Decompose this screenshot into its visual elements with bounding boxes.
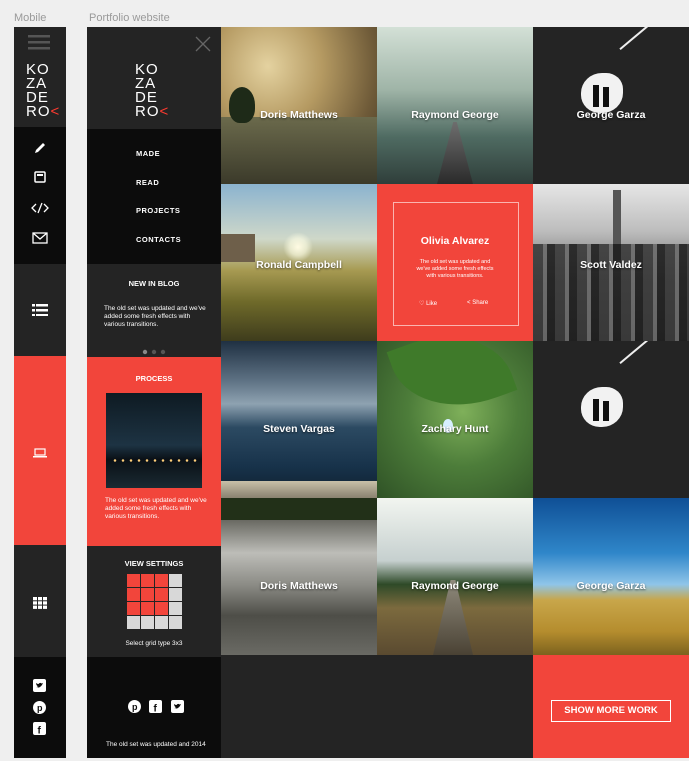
tile-name: George Garza bbox=[576, 109, 646, 121]
pinterest-icon[interactable]: p bbox=[128, 700, 141, 718]
tile-name: Raymond George bbox=[411, 580, 499, 592]
menu-item-made[interactable]: MADE bbox=[136, 149, 160, 158]
menu-item-contacts[interactable]: CONTACTS bbox=[136, 235, 181, 244]
footer-text: The old set was updated and 2014 bbox=[106, 741, 206, 748]
grid-cell[interactable] bbox=[141, 574, 154, 587]
mobile-label: Mobile bbox=[14, 12, 47, 24]
portfolio-tile[interactable]: George Garza bbox=[533, 498, 689, 655]
share-button[interactable]: < Share bbox=[467, 300, 488, 306]
like-button[interactable]: ♡ Like bbox=[419, 300, 437, 307]
tile-name: Ronald Campbell bbox=[256, 259, 342, 271]
portfolio-tile[interactable] bbox=[533, 341, 689, 498]
logo[interactable]: KO ZA DE RO< bbox=[135, 62, 169, 119]
featured-name: Olivia Alvarez bbox=[420, 235, 490, 247]
tile-name: Steven Vargas bbox=[263, 423, 335, 435]
process-image[interactable] bbox=[106, 393, 202, 488]
mobile-social: p f bbox=[14, 657, 66, 758]
mobile-sidebar: KO ZA DE RO< p f bbox=[14, 27, 66, 758]
process-block: PROCESS The old set was updated and we'v… bbox=[87, 357, 221, 546]
code-icon[interactable] bbox=[31, 201, 49, 219]
pinterest-icon[interactable]: p bbox=[33, 701, 46, 719]
grid-cell[interactable] bbox=[127, 602, 140, 615]
portfolio-tile[interactable]: Raymond George bbox=[377, 27, 533, 184]
facebook-icon[interactable]: f bbox=[149, 700, 162, 718]
grid-cell[interactable] bbox=[127, 616, 140, 629]
process-title: PROCESS bbox=[135, 374, 173, 383]
show-more-tile: SHOW MORE WORK bbox=[533, 655, 689, 758]
logo[interactable]: KO ZA DE RO< bbox=[26, 62, 60, 119]
portfolio-tile[interactable]: George Garza bbox=[533, 27, 689, 184]
grid-caption: Select grid type 3x3 bbox=[125, 640, 183, 647]
view-settings-title: VIEW SETTINGS bbox=[124, 559, 184, 568]
tile-name: Scott Valdez bbox=[580, 259, 642, 271]
book-icon[interactable] bbox=[33, 170, 47, 189]
grid-cell[interactable] bbox=[155, 588, 168, 601]
tile-name: Zachary Hunt bbox=[421, 423, 489, 435]
grid-cell[interactable] bbox=[127, 588, 140, 601]
menu-item-read[interactable]: READ bbox=[136, 178, 159, 187]
svg-text:p: p bbox=[132, 702, 138, 712]
laptop-icon[interactable] bbox=[33, 445, 47, 463]
grid-cell[interactable] bbox=[169, 602, 182, 615]
heart-icon: ♡ bbox=[419, 301, 425, 307]
tile-name: Doris Matthews bbox=[260, 580, 338, 592]
tile-name: Doris Matthews bbox=[260, 109, 338, 121]
twitter-icon[interactable] bbox=[33, 679, 46, 697]
grid-cell[interactable] bbox=[141, 602, 154, 615]
twitter-icon[interactable] bbox=[171, 700, 184, 718]
grid-cell[interactable] bbox=[155, 574, 168, 587]
close-icon[interactable] bbox=[194, 35, 212, 58]
portfolio-tile[interactable]: Doris Matthews bbox=[221, 27, 377, 184]
hamburger-icon[interactable] bbox=[28, 34, 50, 55]
blog-title: NEW IN BLOG bbox=[128, 279, 180, 288]
portfolio-label: Portfolio website bbox=[89, 12, 170, 24]
featured-tile[interactable]: Olivia Alvarez The old set was updated a… bbox=[377, 184, 533, 341]
grid-cell[interactable] bbox=[155, 602, 168, 615]
pencil-icon[interactable] bbox=[33, 141, 47, 160]
grid-cell[interactable] bbox=[127, 574, 140, 587]
portfolio-tile[interactable]: Doris Matthews bbox=[221, 498, 377, 655]
tile-name: Raymond George bbox=[411, 109, 499, 121]
show-more-button[interactable]: SHOW MORE WORK bbox=[551, 700, 671, 722]
grid-cell[interactable] bbox=[169, 616, 182, 629]
grid-type-selector[interactable] bbox=[127, 574, 183, 630]
mobile-process-block bbox=[14, 356, 66, 545]
facebook-icon[interactable]: f bbox=[33, 722, 46, 740]
site-footer: p f The old set was updated and 2014 bbox=[87, 657, 221, 758]
menu-item-projects[interactable]: PROJECTS bbox=[136, 206, 180, 215]
portfolio-tile[interactable]: Raymond George bbox=[377, 498, 533, 655]
blog-text: The old set was updated and we've added … bbox=[104, 305, 206, 328]
grid-cell[interactable] bbox=[141, 588, 154, 601]
grid-cell[interactable] bbox=[155, 616, 168, 629]
grid-cell[interactable] bbox=[169, 574, 182, 587]
svg-text:p: p bbox=[37, 703, 43, 713]
tile-name: George Garza bbox=[576, 580, 646, 592]
list-icon[interactable] bbox=[32, 303, 48, 321]
portfolio-tile[interactable]: Ronald Campbell bbox=[221, 184, 377, 341]
featured-text: The old set was updated and we've added … bbox=[416, 259, 494, 279]
portfolio-tile[interactable]: Steven Vargas bbox=[221, 341, 377, 498]
portfolio-tile[interactable]: Zachary Hunt bbox=[377, 341, 533, 498]
site-sidebar: KO ZA DE RO< MADE READ PROJECTS CONTACTS N… bbox=[87, 27, 221, 758]
mail-icon[interactable] bbox=[32, 231, 48, 249]
share-icon: < bbox=[467, 300, 471, 306]
grid-icon[interactable] bbox=[33, 596, 47, 614]
portfolio-tile[interactable]: Scott Valdez bbox=[533, 184, 689, 341]
process-text: The old set was updated and we've added … bbox=[105, 497, 207, 520]
mobile-menu bbox=[14, 127, 66, 264]
grid-cell[interactable] bbox=[141, 616, 154, 629]
empty-tile bbox=[221, 655, 533, 758]
grid-cell[interactable] bbox=[169, 588, 182, 601]
site-menu: MADE READ PROJECTS CONTACTS bbox=[87, 129, 221, 264]
